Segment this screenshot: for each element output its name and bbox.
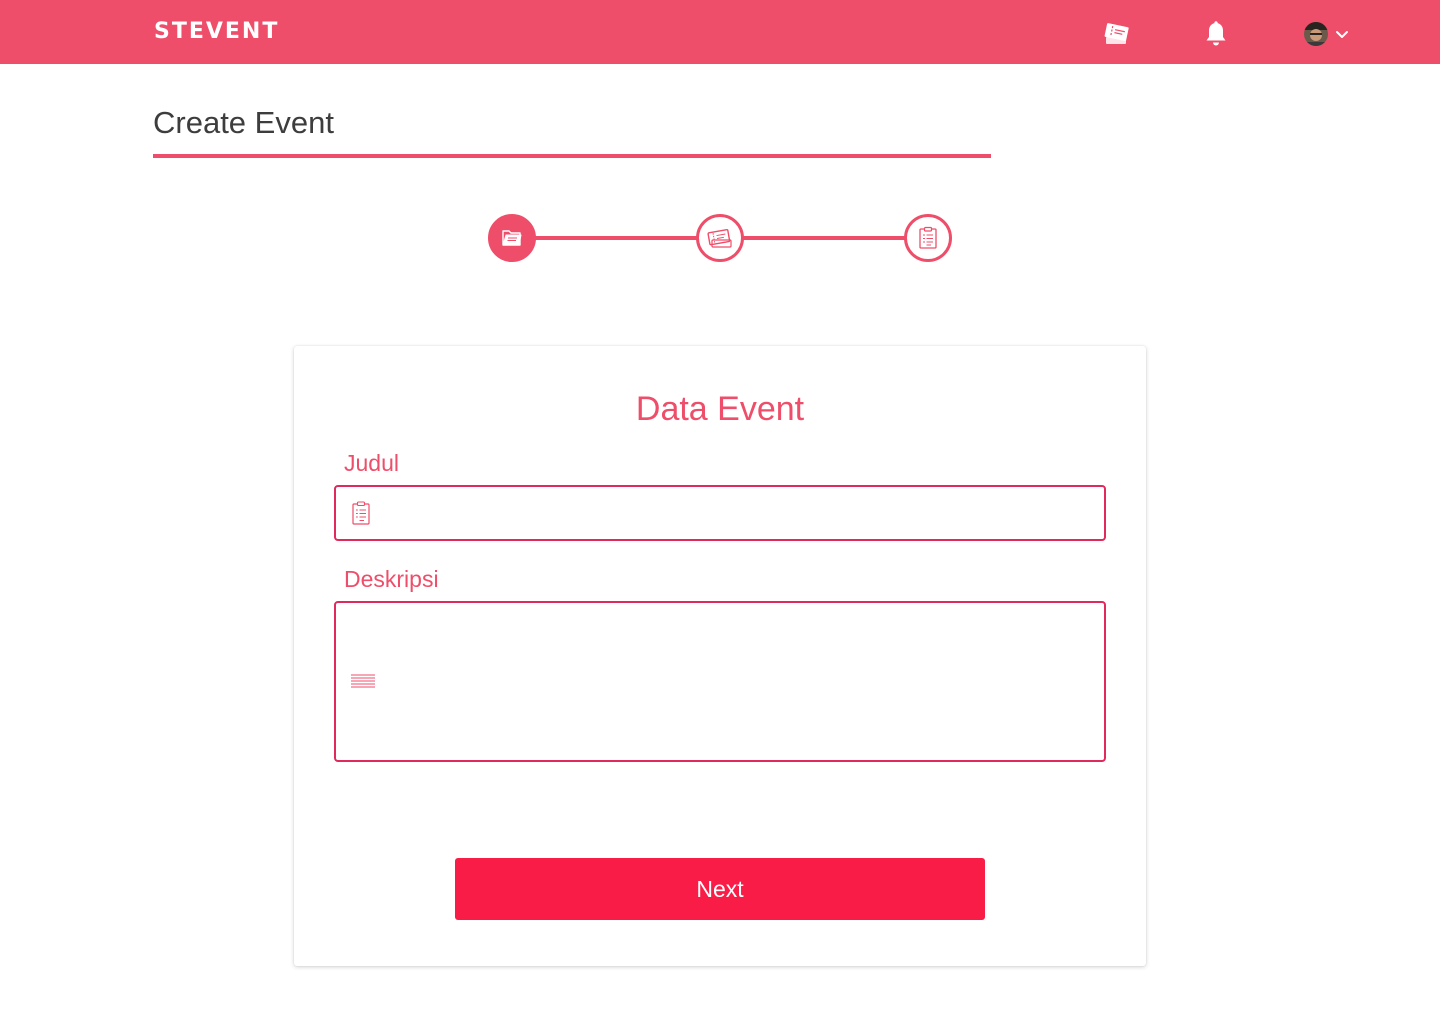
judul-field[interactable]: [334, 485, 1106, 541]
stepper-connector: [742, 236, 906, 240]
data-event-card: Data Event Judul Deskripsi Next: [294, 346, 1146, 966]
folder-icon: [502, 230, 522, 246]
stepper-connector: [534, 236, 698, 240]
ticket-icon: [707, 229, 732, 248]
text-lines-icon: [351, 674, 375, 688]
chevron-down-icon[interactable]: [1334, 26, 1350, 42]
judul-input[interactable]: [384, 487, 1100, 539]
step-summary[interactable]: [904, 214, 952, 262]
deskripsi-field[interactable]: [334, 601, 1106, 762]
deskripsi-label: Deskripsi: [344, 566, 439, 592]
step-data-event[interactable]: [488, 214, 536, 262]
card-title: Data Event: [635, 390, 805, 428]
title-underline: [153, 154, 991, 158]
tickets-icon[interactable]: [1102, 22, 1130, 48]
page-title: Create Event: [153, 105, 334, 140]
clipboard-icon: [919, 226, 937, 249]
avatar[interactable]: [1304, 22, 1328, 46]
judul-label: Judul: [344, 450, 399, 476]
deskripsi-input[interactable]: [384, 603, 1100, 760]
brand-logo[interactable]: STEVENT: [154, 18, 279, 46]
next-button[interactable]: Next: [455, 858, 985, 920]
clipboard-icon: [352, 501, 370, 525]
bell-icon[interactable]: [1203, 20, 1229, 48]
top-navbar: STEVENT: [0, 0, 1440, 64]
step-tickets[interactable]: [696, 214, 744, 262]
